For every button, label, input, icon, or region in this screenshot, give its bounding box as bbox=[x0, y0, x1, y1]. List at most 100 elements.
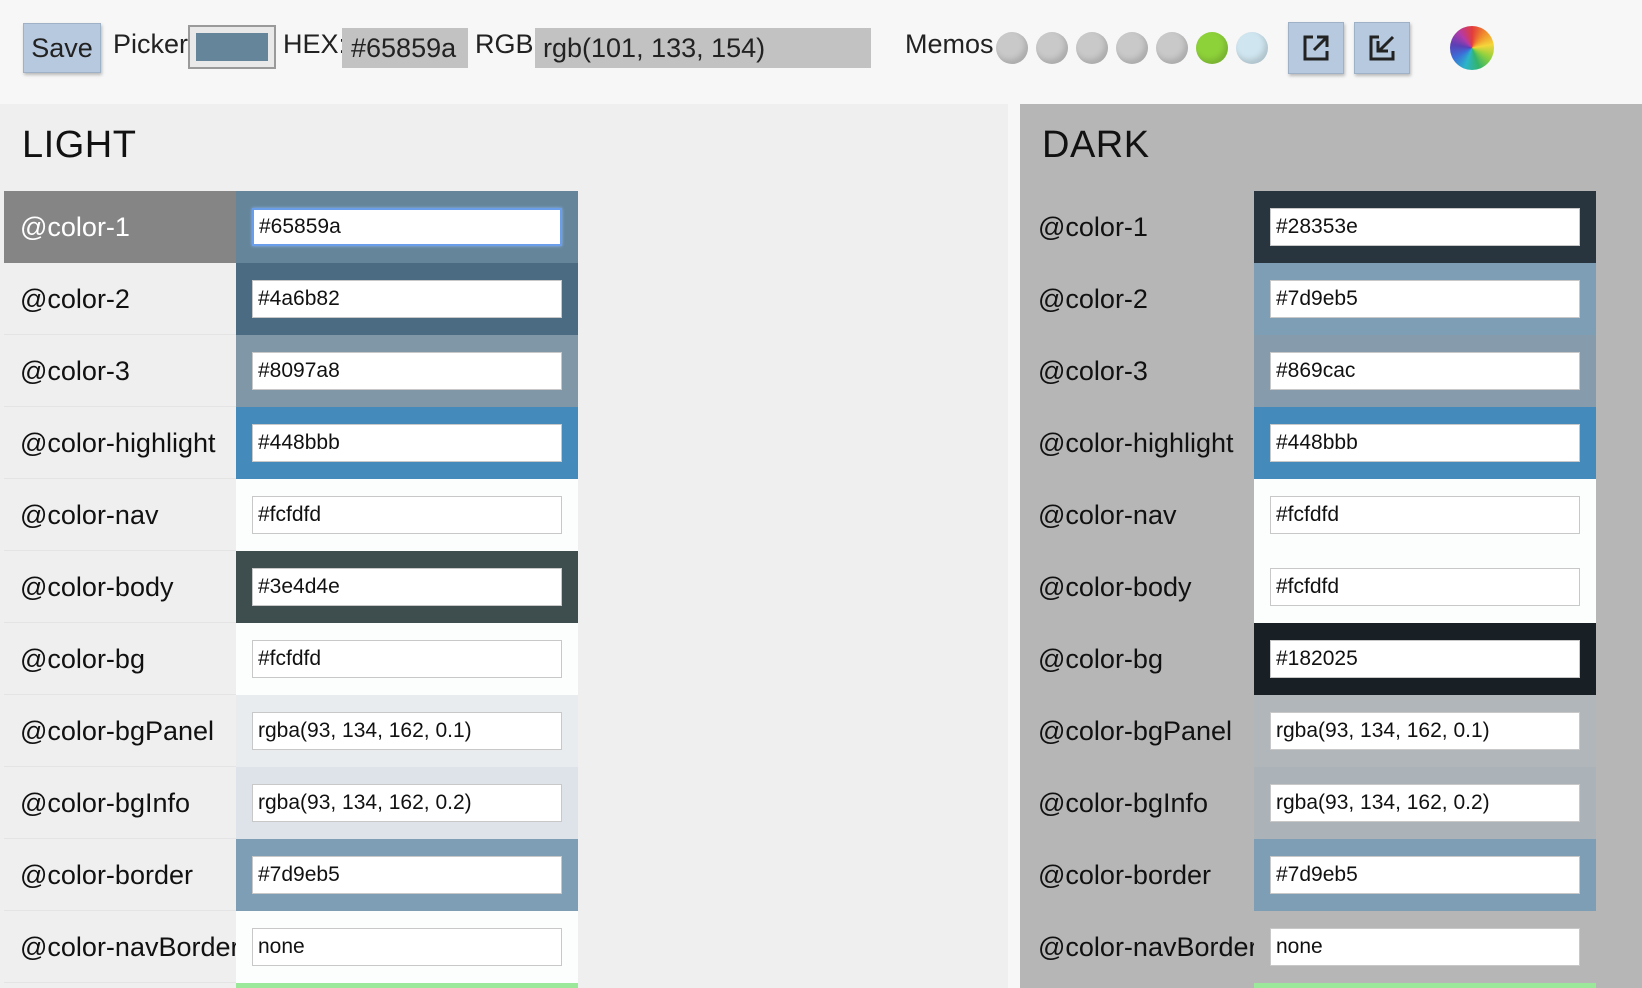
variable-color-swatch bbox=[236, 695, 578, 767]
import-button[interactable] bbox=[1354, 22, 1410, 74]
variable-name[interactable]: @color-highlight bbox=[1022, 407, 1254, 479]
variable-value-input[interactable] bbox=[1270, 496, 1580, 534]
light-panel-title: LIGHT bbox=[22, 124, 137, 166]
variable-row: @color-bgPanel bbox=[1022, 695, 1596, 767]
variable-value-input[interactable] bbox=[252, 928, 562, 966]
variable-color-swatch bbox=[1254, 911, 1596, 983]
variable-name-partial bbox=[1022, 983, 1254, 988]
variable-value-input[interactable] bbox=[1270, 568, 1580, 606]
variable-color-swatch bbox=[1254, 695, 1596, 767]
dark-panel: DARK @color-1@color-2@color-3@color-high… bbox=[1020, 104, 1642, 988]
variable-value-input[interactable] bbox=[1270, 712, 1580, 750]
variable-color-swatch bbox=[1254, 191, 1596, 263]
variable-color-swatch bbox=[1254, 623, 1596, 695]
variable-color-swatch bbox=[1254, 839, 1596, 911]
variable-value-input[interactable] bbox=[252, 208, 562, 246]
variable-color-swatch bbox=[236, 263, 578, 335]
variable-value-input[interactable] bbox=[1270, 208, 1580, 246]
rgb-label: RGB: bbox=[475, 29, 542, 59]
variable-row: @color-border bbox=[4, 839, 578, 911]
variable-name[interactable]: @color-1 bbox=[1022, 191, 1254, 263]
variable-row: @color-body bbox=[1022, 551, 1596, 623]
variable-name[interactable]: @color-3 bbox=[4, 335, 236, 407]
variable-value-input[interactable] bbox=[252, 712, 562, 750]
variable-value-input[interactable] bbox=[252, 784, 562, 822]
variable-color-swatch-partial bbox=[236, 983, 578, 988]
variable-name[interactable]: @color-bgInfo bbox=[4, 767, 236, 839]
variable-name[interactable]: @color-nav bbox=[1022, 479, 1254, 551]
hex-label: HEX: bbox=[283, 29, 347, 59]
variable-name[interactable]: @color-3 bbox=[1022, 335, 1254, 407]
variable-name[interactable]: @color-2 bbox=[4, 263, 236, 335]
color-wheel-icon[interactable] bbox=[1450, 26, 1494, 70]
variable-row: @color-bgInfo bbox=[1022, 767, 1596, 839]
variable-value-input[interactable] bbox=[1270, 640, 1580, 678]
save-button[interactable]: Save bbox=[23, 23, 101, 73]
memo-swatch[interactable] bbox=[996, 32, 1028, 64]
variable-row: @color-navBorder bbox=[1022, 911, 1596, 983]
variable-name-partial bbox=[4, 983, 236, 988]
variable-name[interactable]: @color-bgPanel bbox=[4, 695, 236, 767]
variable-color-swatch bbox=[236, 479, 578, 551]
variable-color-swatch bbox=[236, 839, 578, 911]
variable-value-input[interactable] bbox=[1270, 784, 1580, 822]
export-button[interactable] bbox=[1288, 22, 1344, 74]
variable-color-swatch bbox=[236, 551, 578, 623]
variable-value-input[interactable] bbox=[252, 568, 562, 606]
variable-color-swatch bbox=[1254, 335, 1596, 407]
memo-swatch[interactable] bbox=[1156, 32, 1188, 64]
variable-name[interactable]: @color-bgInfo bbox=[1022, 767, 1254, 839]
variable-name[interactable]: @color-highlight bbox=[4, 407, 236, 479]
light-panel: LIGHT @color-1@color-2@color-3@color-hig… bbox=[0, 104, 1008, 988]
variable-name[interactable]: @color-border bbox=[1022, 839, 1254, 911]
variable-name[interactable]: @color-body bbox=[4, 551, 236, 623]
variable-name[interactable]: @color-bgPanel bbox=[1022, 695, 1254, 767]
variable-value-input[interactable] bbox=[252, 640, 562, 678]
color-picker-swatch[interactable] bbox=[188, 25, 276, 69]
variable-name[interactable]: @color-nav bbox=[4, 479, 236, 551]
variable-name[interactable]: @color-border bbox=[4, 839, 236, 911]
variable-value-input[interactable] bbox=[1270, 424, 1580, 462]
variable-row: @color-border bbox=[1022, 839, 1596, 911]
variable-row: @color-bgInfo bbox=[4, 767, 578, 839]
variable-value-input[interactable] bbox=[1270, 280, 1580, 318]
variable-name[interactable]: @color-navBorder bbox=[4, 911, 240, 983]
memo-swatch[interactable] bbox=[1036, 32, 1068, 64]
variable-name[interactable]: @color-navBorder bbox=[1022, 911, 1258, 983]
variable-color-swatch bbox=[1254, 407, 1596, 479]
variable-row: @color-body bbox=[4, 551, 578, 623]
variable-row: @color-highlight bbox=[4, 407, 578, 479]
variable-row: @color-nav bbox=[1022, 479, 1596, 551]
variable-value-input[interactable] bbox=[1270, 856, 1580, 894]
variable-row: @color-nav bbox=[4, 479, 578, 551]
variable-value-input[interactable] bbox=[1270, 928, 1580, 966]
memo-swatch[interactable] bbox=[1236, 32, 1268, 64]
variable-value-input[interactable] bbox=[252, 424, 562, 462]
variable-name[interactable]: @color-1 bbox=[4, 191, 236, 263]
variable-value-input[interactable] bbox=[252, 856, 562, 894]
variable-name[interactable]: @color-bg bbox=[4, 623, 236, 695]
variable-row: @color-3 bbox=[4, 335, 578, 407]
memos-label: Memos bbox=[905, 29, 994, 59]
memo-swatch[interactable] bbox=[1196, 32, 1228, 64]
memo-swatch[interactable] bbox=[1076, 32, 1108, 64]
variable-row: @color-bg bbox=[1022, 623, 1596, 695]
variable-name[interactable]: @color-body bbox=[1022, 551, 1254, 623]
variable-name[interactable]: @color-2 bbox=[1022, 263, 1254, 335]
rgb-value-field[interactable]: rgb(101, 133, 154) bbox=[535, 28, 871, 68]
variable-value-input[interactable] bbox=[252, 496, 562, 534]
toolbar: Save Picker HEX: #65859a RGB: rgb(101, 1… bbox=[0, 0, 1642, 104]
variable-row: @color-bgPanel bbox=[4, 695, 578, 767]
variable-color-swatch bbox=[236, 767, 578, 839]
variable-value-input[interactable] bbox=[1270, 352, 1580, 390]
dark-variables-table: @color-1@color-2@color-3@color-highlight… bbox=[1022, 191, 1596, 988]
variable-color-swatch-partial bbox=[1254, 983, 1596, 988]
variable-row: @color-highlight bbox=[1022, 407, 1596, 479]
variable-value-input[interactable] bbox=[252, 280, 562, 318]
variable-value-input[interactable] bbox=[252, 352, 562, 390]
variable-name[interactable]: @color-bg bbox=[1022, 623, 1254, 695]
hex-value-field[interactable]: #65859a bbox=[342, 28, 468, 68]
variable-row: @color-navBorder bbox=[4, 911, 578, 983]
variable-row: @color-bg bbox=[4, 623, 578, 695]
memo-swatch[interactable] bbox=[1116, 32, 1148, 64]
